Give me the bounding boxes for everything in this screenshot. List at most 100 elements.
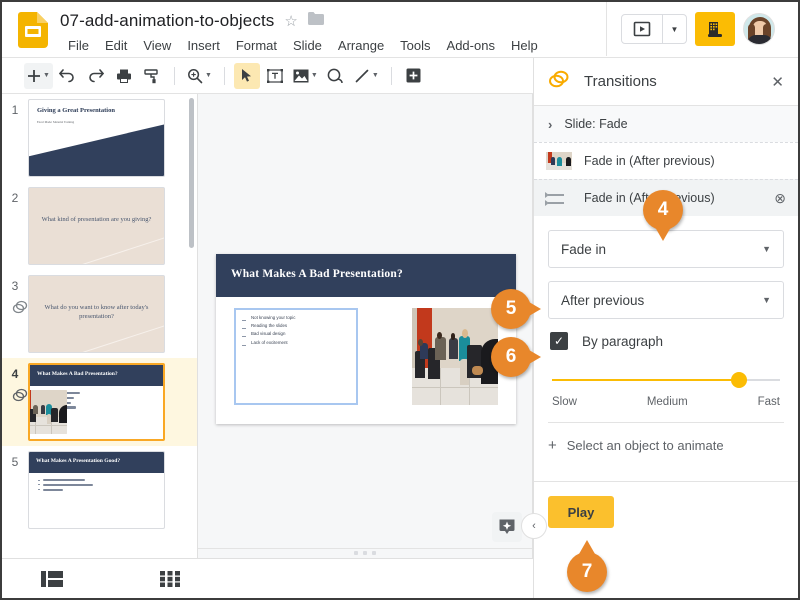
slide-editor-canvas[interactable]: What Makes A Bad Presentation? Not knowi… [198,94,533,562]
bullet-item: Reading the slides [251,323,288,329]
play-button[interactable]: Play [548,496,614,528]
by-paragraph-row[interactable]: ✓ By paragraph [550,332,784,350]
bullet-item: Not knowing your topic [251,315,296,320]
animation-settings: Fade in ▼ After previous ▼ ✓ By paragrap… [534,216,798,423]
callout-number: 6 [505,346,517,367]
menu-insert[interactable]: Insert [179,36,228,55]
menu-file[interactable]: File [60,36,97,55]
decorative-line [29,232,164,264]
explore-icon[interactable] [492,512,522,542]
slide-thumb-canvas[interactable]: What kind of presentation are you giving… [28,187,165,265]
folder-icon[interactable] [307,12,324,30]
document-title[interactable]: 07-add-animation-to-objects [60,11,274,31]
menu-addons[interactable]: Add-ons [439,36,503,55]
print-button[interactable] [111,63,137,89]
slide-thumb-canvas[interactable]: What Makes A Bad Presentation? [28,363,165,441]
menu-edit[interactable]: Edit [97,36,135,55]
toolbar-divider-2 [223,66,225,85]
toolbar-divider-3 [390,66,392,85]
current-slide[interactable]: What Makes A Bad Presentation? Not knowi… [216,254,516,424]
slide-subtitle-text: Excel Made: Material Training [37,120,75,124]
slide-thumb-canvas[interactable]: Giving a Great Presentation Excel Made: … [28,99,165,177]
shape-button[interactable] [323,63,349,89]
slider-fill [552,379,739,381]
insert-image-button[interactable]: ▼ [290,63,321,89]
panel-title: Transitions [584,73,657,90]
zoom-dropdown-caret[interactable]: ▼ [205,72,212,79]
slides-icon [18,12,48,48]
slide-number: 3 [11,279,19,293]
play-button-area: Play [534,482,798,542]
callout-marker-6: 6 [491,337,541,377]
remove-animation-icon[interactable]: ⊗ [774,190,786,207]
transitions-icon [548,69,570,94]
slide-thumbnail-1[interactable]: 1 Giving a Great Presentation Excel Made… [2,94,197,182]
callout-marker-7: 7 [567,540,607,592]
slide-thumbnail-4[interactable]: 4 What Makes A Bad Presentation? [2,358,197,446]
slide-photo[interactable] [412,308,498,405]
zoom-button[interactable]: ▼ [184,63,215,89]
panel-header: Transitions ✕ [534,58,798,106]
transition-icon[interactable] [12,388,28,402]
bullet-item: Lack of excitement [251,339,288,345]
decorative-line [29,320,164,352]
office-building-icon[interactable] [695,12,735,46]
slide-thumbnail-3[interactable]: 3 What do you want to know after today's… [2,270,197,358]
menu-format[interactable]: Format [228,36,285,55]
by-paragraph-checkbox[interactable]: ✓ [550,332,568,350]
text-box-button[interactable] [262,63,288,89]
filmstrip-view-icon[interactable] [22,570,82,588]
slide-thumbnail-5[interactable]: 5 What Makes A Presentation Good? [2,446,197,534]
speaker-notes-handle[interactable] [198,548,532,558]
new-slide-button[interactable]: ▼ [24,62,53,89]
bullet-item: Bad visual design [251,331,286,337]
slide-thumbnail-2[interactable]: 2 What kind of presentation are you givi… [2,182,197,270]
chevron-right-icon[interactable]: › [548,117,552,132]
speed-slider[interactable] [552,370,780,390]
close-icon[interactable]: ✕ [771,73,784,91]
bullet-text-box[interactable]: Not knowing your topic Reading the slide… [234,308,358,405]
new-slide-dropdown-caret[interactable]: ▼ [43,72,50,79]
add-button[interactable] [401,63,427,89]
menu-slide[interactable]: Slide [285,36,330,55]
title-row: 07-add-animation-to-objects ☆ [60,8,324,34]
avatar[interactable] [743,13,775,45]
slide-thumb-canvas[interactable]: What Makes A Presentation Good? [28,451,165,529]
line-dropdown-caret[interactable]: ▼ [372,72,379,79]
slide-photo [30,390,67,434]
insert-image-dropdown-caret[interactable]: ▼ [311,72,318,79]
top-bar: 07-add-animation-to-objects ☆ File Edit … [2,2,798,58]
menu-view[interactable]: View [135,36,179,55]
chevron-down-icon[interactable]: ▼ [762,244,771,254]
slide-thumb-canvas[interactable]: What do you want to know after today's p… [28,275,165,353]
chevron-down-icon[interactable]: ▼ [762,295,771,305]
start-condition-value: After previous [561,292,645,308]
present-play-icon[interactable] [622,15,662,43]
transitions-panel: Transitions ✕ › Slide: Fade Fade in (Aft… [521,58,798,598]
menu-arrange[interactable]: Arrange [330,36,392,55]
grid-view-icon[interactable] [140,570,200,587]
callout-tail [529,302,541,316]
slide-transition-label: Slide: Fade [564,117,628,131]
start-condition-select[interactable]: After previous ▼ [548,281,784,319]
toolbar-divider [173,66,175,85]
paint-format-button[interactable] [139,63,165,89]
slide-thumbnail-panel[interactable]: 1 Giving a Great Presentation Excel Made… [2,94,198,562]
present-dropdown-caret[interactable]: ▼ [662,15,686,43]
slide-title[interactable]: What Makes A Bad Presentation? [231,268,403,280]
transition-icon[interactable] [12,300,28,314]
slide-title-text: What Makes A Presentation Good? [36,458,121,464]
collapse-panel-button[interactable]: ‹ [521,513,547,539]
redo-button[interactable] [83,63,109,89]
select-tool-button[interactable] [233,62,260,89]
animation-row-1[interactable]: Fade in (After previous) [534,142,798,179]
menu-help[interactable]: Help [503,36,546,55]
slider-knob[interactable] [730,372,747,388]
undo-button[interactable] [55,63,81,89]
menu-tools[interactable]: Tools [392,36,438,55]
add-animation-button[interactable]: + Select an object to animate [534,423,798,467]
slide-number: 4 [11,367,19,381]
line-button[interactable]: ▼ [351,63,382,89]
slide-transition-row[interactable]: › Slide: Fade [534,106,798,142]
star-icon[interactable]: ☆ [284,14,297,29]
